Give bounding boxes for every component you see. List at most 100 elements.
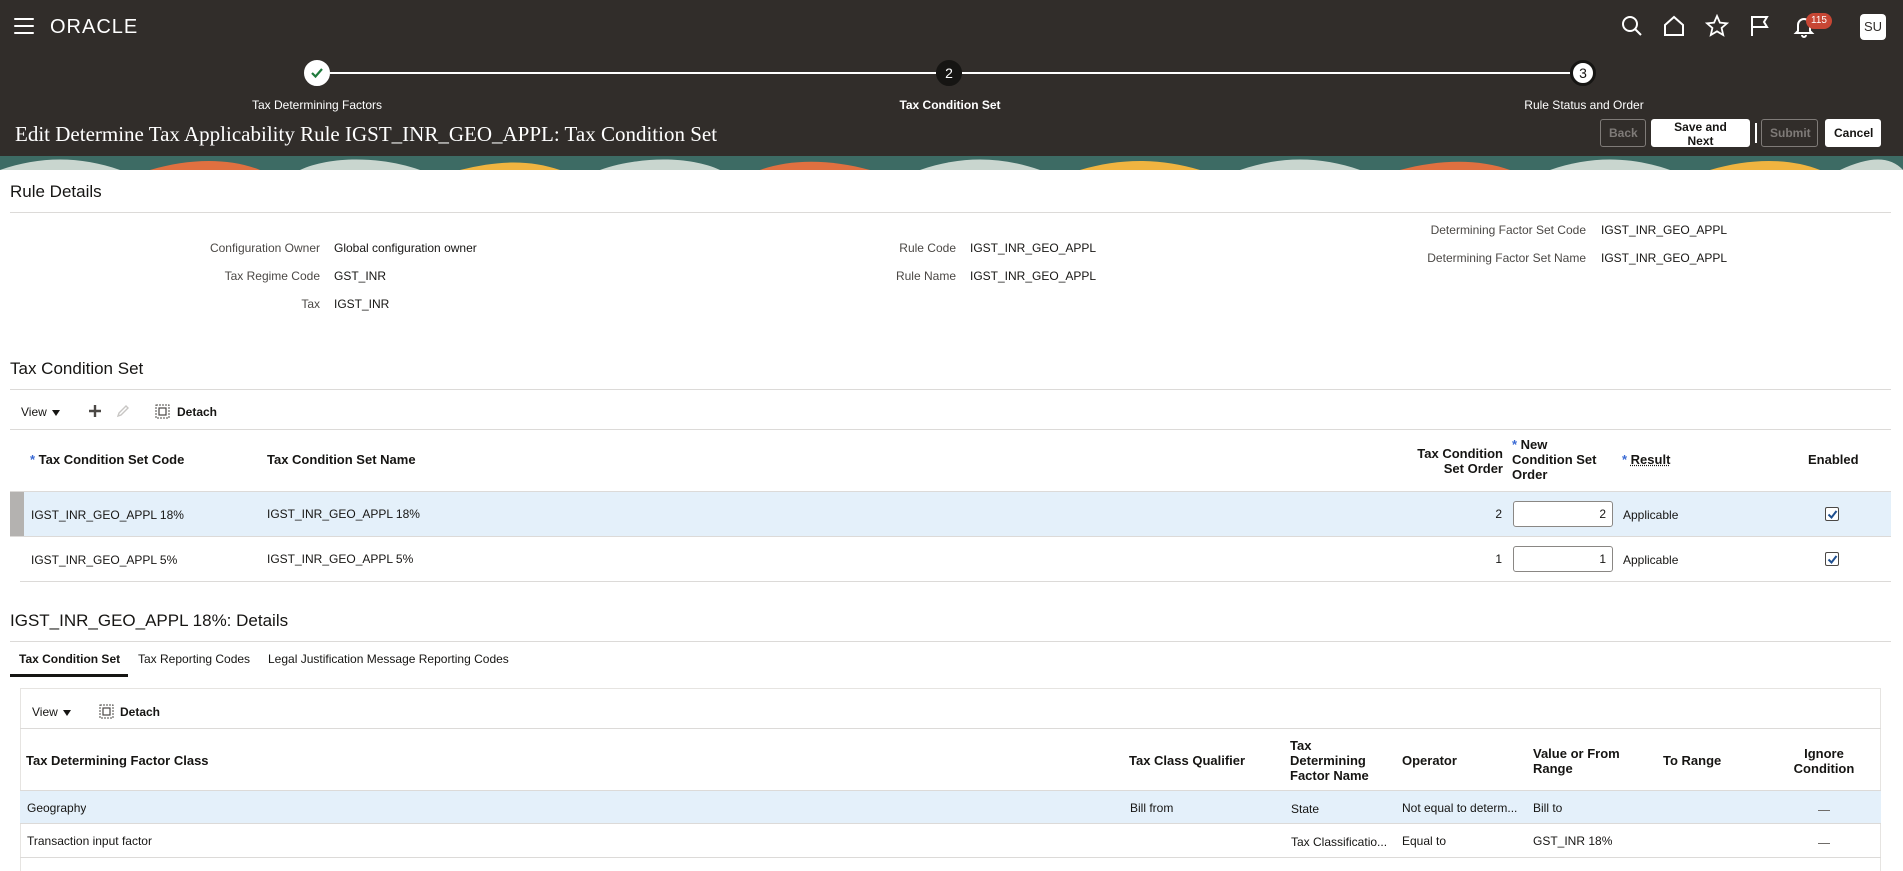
divider — [10, 389, 1891, 390]
checkmark-icon — [1827, 555, 1838, 565]
factor-class-value: Transaction input factor — [27, 834, 152, 848]
favorites-star-icon[interactable] — [1705, 14, 1729, 38]
column-header-label: Ignore — [1804, 746, 1844, 761]
train-step-1-complete[interactable] — [304, 60, 330, 86]
column-header-label: Order — [1512, 467, 1548, 482]
user-avatar[interactable]: SU — [1860, 14, 1886, 40]
page-title: Edit Determine Tax Applicability Rule IG… — [15, 122, 718, 146]
chevron-down-icon — [51, 409, 60, 416]
page-header: ORACLE 115 SU 2 3 Tax Determining Factor… — [0, 0, 1903, 170]
detach-icon[interactable] — [99, 704, 114, 719]
condition-set-code: IGST_INR_GEO_APPL 5% — [31, 553, 178, 567]
train-step-3[interactable]: 3 — [1570, 60, 1596, 86]
column-header-to-range[interactable]: To Range — [1663, 753, 1721, 768]
button-separator — [1755, 123, 1757, 143]
tab-legal-justification-codes[interactable]: Legal Justification Message Reporting Co… — [268, 652, 509, 666]
determining-factor-set-code-label: Determining Factor Set Code — [1430, 223, 1586, 237]
determining-factor-set-code-value: IGST_INR_GEO_APPL — [1601, 223, 1728, 237]
column-header-factor-name[interactable]: Tax Determining Factor Name — [1290, 738, 1369, 783]
required-star: * — [1512, 437, 1521, 452]
config-owner-label: Configuration Owner — [209, 241, 320, 255]
column-header-code[interactable]: * Tax Condition Set Code — [30, 452, 184, 467]
condition-set-order: 2 — [1495, 507, 1502, 521]
ignore-condition-empty — [1818, 843, 1830, 844]
column-header-label: Factor Name — [1290, 768, 1369, 783]
column-header-value-from[interactable]: Value or From Range — [1533, 746, 1620, 776]
tab-tax-condition-set[interactable]: Tax Condition Set — [19, 652, 120, 666]
enabled-checkbox[interactable] — [1825, 552, 1839, 566]
save-and-next-button[interactable]: Save and Next — [1651, 119, 1750, 148]
rule-code-label: Rule Code — [899, 241, 956, 255]
new-condition-set-order-input[interactable] — [1513, 501, 1613, 527]
column-header-label: Tax — [1290, 738, 1312, 753]
column-header-new-order[interactable]: * New Condition Set Order — [1512, 437, 1597, 482]
detach-icon[interactable] — [155, 404, 170, 419]
tax-class-qualifier-value: Bill from — [1130, 801, 1174, 815]
detach-button[interactable]: Detach — [120, 705, 160, 719]
result-value: Applicable — [1623, 553, 1679, 567]
add-icon[interactable] — [88, 404, 102, 418]
menu-icon[interactable] — [14, 18, 34, 34]
tax-value: IGST_INR — [334, 297, 390, 311]
view-menu[interactable]: View — [21, 405, 60, 419]
value-or-from-range-value: Bill to — [1533, 801, 1563, 815]
table-row[interactable] — [20, 791, 1881, 823]
edit-pencil-icon[interactable] — [116, 404, 130, 418]
train-connector — [962, 72, 1570, 74]
active-tab-indicator — [10, 674, 128, 677]
column-header-label: Condition Set — [1512, 452, 1597, 467]
table-top-border — [10, 429, 1891, 430]
condition-set-order: 1 — [1495, 552, 1502, 566]
new-condition-set-order-input[interactable] — [1513, 546, 1613, 572]
condition-set-code: IGST_INR_GEO_APPL 18% — [31, 508, 184, 522]
column-header-label: New — [1520, 437, 1548, 452]
view-menu[interactable]: View — [32, 705, 71, 719]
column-header-label: Tax Condition — [1417, 446, 1503, 461]
operator-value: Not equal to determ... — [1402, 801, 1518, 815]
row-selection-marker — [10, 492, 24, 536]
checkmark-icon — [311, 68, 323, 79]
oracle-logo[interactable]: ORACLE — [50, 16, 138, 39]
rule-name-value: IGST_INR_GEO_APPL — [970, 269, 1097, 283]
column-header-label: Value or From — [1533, 746, 1620, 761]
column-header-order[interactable]: Tax Condition Set Order — [1380, 446, 1503, 476]
determining-factor-set-name-label: Determining Factor Set Name — [1427, 251, 1586, 265]
column-header-factor-class[interactable]: Tax Determining Factor Class — [26, 753, 209, 768]
view-menu-label: View — [21, 405, 47, 419]
operator-value: Equal to — [1402, 834, 1447, 848]
required-star: * — [1622, 452, 1631, 467]
home-icon[interactable] — [1662, 14, 1686, 38]
condition-set-name: IGST_INR_GEO_APPL 5% — [267, 552, 414, 566]
config-owner-value: Global configuration owner — [334, 241, 477, 255]
determining-factor-set-name-value: IGST_INR_GEO_APPL — [1601, 251, 1728, 265]
train-step-label[interactable]: Tax Determining Factors — [187, 98, 447, 112]
column-header-tax-class-qualifier[interactable]: Tax Class Qualifier — [1129, 753, 1245, 768]
value-or-from-range-value: GST_INR 18% — [1533, 834, 1613, 848]
detach-button[interactable]: Detach — [177, 405, 217, 419]
column-header-label: Tax Condition Set Code — [38, 452, 185, 467]
row-divider — [20, 581, 1891, 582]
train-step-2-current[interactable]: 2 — [936, 60, 962, 86]
flag-icon[interactable] — [1748, 14, 1772, 38]
column-header-enabled[interactable]: Enabled — [1808, 452, 1859, 467]
ignore-condition-empty — [1818, 810, 1830, 811]
tax-condition-set-title: Tax Condition Set — [10, 359, 144, 378]
train-step-label[interactable]: Rule Status and Order — [1454, 98, 1714, 112]
table-top-border — [20, 728, 1881, 729]
tab-tax-reporting-codes[interactable]: Tax Reporting Codes — [138, 652, 250, 666]
enabled-checkbox[interactable] — [1825, 507, 1839, 521]
column-header-operator[interactable]: Operator — [1402, 753, 1457, 768]
decorative-banner — [0, 156, 1903, 170]
tax-regime-code-value: GST_INR — [334, 269, 387, 283]
row-divider — [20, 857, 1881, 858]
column-header-name[interactable]: Tax Condition Set Name — [267, 452, 416, 467]
column-header-label: Condition — [1793, 761, 1855, 776]
tax-label: Tax — [301, 297, 320, 311]
back-button[interactable]: Back — [1600, 119, 1646, 147]
column-header-ignore-condition[interactable]: Ignore Condition — [1780, 746, 1868, 776]
search-icon[interactable] — [1620, 14, 1644, 38]
submit-button[interactable]: Submit — [1761, 119, 1818, 147]
column-header-result[interactable]: * Result — [1622, 452, 1670, 467]
column-header-label: Set Order — [1443, 461, 1503, 476]
cancel-button[interactable]: Cancel — [1825, 119, 1881, 147]
